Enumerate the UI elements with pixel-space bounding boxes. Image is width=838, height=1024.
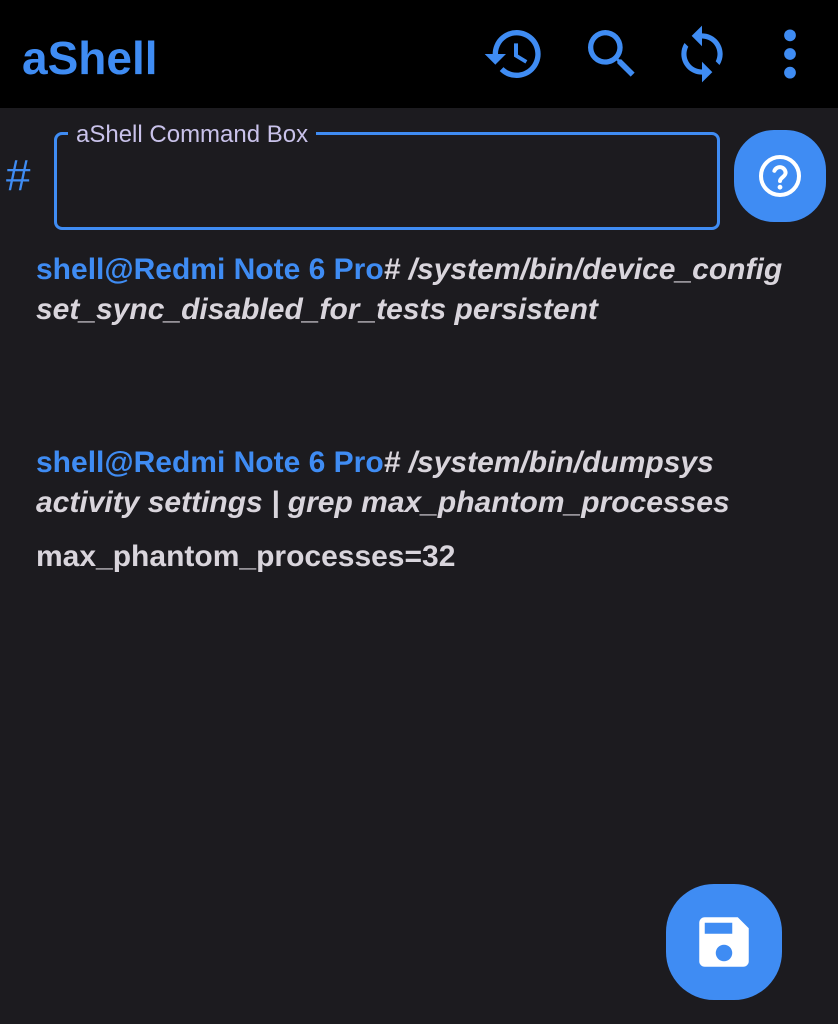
- app-bar: aShell: [0, 0, 838, 108]
- history-icon: [484, 30, 541, 79]
- shell-prompt: shell@Redmi Note 6 Pro: [36, 446, 384, 479]
- search-icon: [588, 30, 635, 77]
- shell-prompt: shell@Redmi Note 6 Pro: [36, 253, 384, 286]
- prompt-hash: #: [383, 446, 401, 479]
- save-output-button[interactable]: [666, 884, 782, 1000]
- ashell-screen: aShell # aShell Command Box shell@Redmi …: [0, 0, 838, 1024]
- app-title: aShell: [22, 32, 158, 84]
- refresh-button[interactable]: [670, 22, 734, 86]
- command-input[interactable]: [74, 158, 698, 210]
- help-icon: [759, 155, 801, 197]
- command-entry: shell@Redmi Note 6 Pro# /system/bin/dump…: [36, 443, 806, 523]
- history-button[interactable]: [482, 22, 546, 86]
- prompt-hash: #: [383, 253, 401, 286]
- command-box-label: aShell Command Box: [68, 121, 317, 149]
- more-vert-icon: [784, 29, 796, 79]
- command-result: max_phantom_processes=32: [36, 540, 456, 573]
- help-button[interactable]: [734, 130, 826, 222]
- refresh-icon: [681, 25, 723, 83]
- prompt-hash-symbol: #: [6, 151, 31, 200]
- search-button[interactable]: [580, 22, 644, 86]
- save-icon: [699, 917, 749, 967]
- command-entry: shell@Redmi Note 6 Pro# /system/bin/devi…: [36, 250, 806, 330]
- overflow-menu-button[interactable]: [758, 22, 822, 86]
